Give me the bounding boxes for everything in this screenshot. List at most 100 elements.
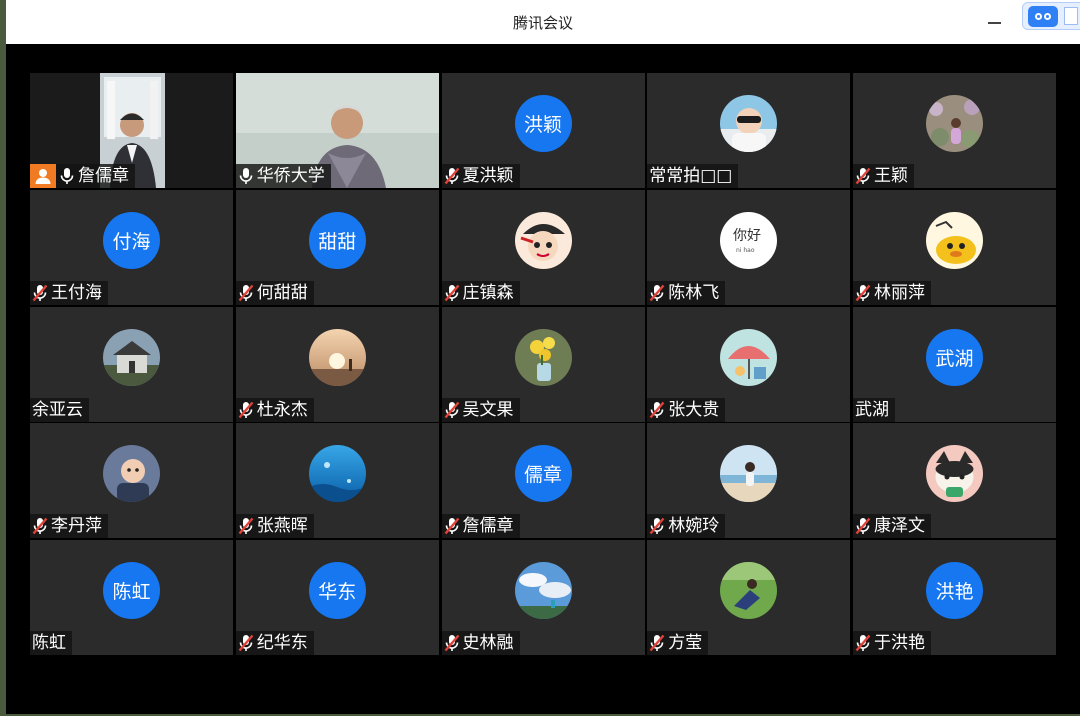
microphone-muted-icon: [649, 401, 665, 419]
participant-tile[interactable]: 武湖 武湖: [853, 306, 1056, 422]
microphone-muted-icon: [444, 517, 460, 535]
participant-name: 陈林飞: [668, 282, 720, 303]
microphone-muted-icon: [855, 167, 871, 185]
participant-name: 何甜甜: [256, 282, 308, 303]
participant-name: 夏洪颖: [462, 166, 514, 186]
participant-tile[interactable]: 陈虹 陈虹: [30, 540, 233, 655]
participant-tile[interactable]: 史林融: [441, 540, 645, 655]
microphone-muted-icon: [444, 401, 460, 419]
microphone-icon: [59, 167, 75, 185]
microphone-muted-icon: [855, 517, 871, 535]
avatar: [514, 562, 572, 620]
avatar: [514, 211, 572, 269]
microphone-icon: [238, 167, 254, 185]
participant-tile[interactable]: 儒章 詹儒章: [441, 423, 645, 539]
avatar: 甜甜: [308, 211, 366, 269]
participant-grid: 詹儒章 华侨大学 洪颖 夏洪颖 常常拍□□ 王颖 付海 王付海 甜甜 何甜甜 庄镇森 你好 ni hao…: [30, 73, 1056, 655]
participant-name: 林婉玲: [668, 516, 720, 537]
participant-name-bar: 张大贵: [647, 397, 726, 422]
participant-name-bar: 纪华东: [235, 631, 314, 655]
participant-name: 张燕晖: [256, 516, 308, 537]
avatar: 武湖: [926, 328, 983, 386]
participant-tile[interactable]: 洪艳于洪艳: [853, 540, 1056, 655]
participant-tile[interactable]: 华东 纪华东: [235, 540, 439, 655]
participant-name: 林丽萍: [874, 282, 925, 303]
avatar: [103, 445, 160, 503]
participant-tile[interactable]: 常常拍□□: [647, 73, 851, 188]
avatar: [926, 445, 983, 503]
microphone-muted-icon: [238, 401, 254, 419]
avatar: [720, 562, 778, 620]
participant-name-bar: 陈林飞: [647, 280, 726, 305]
microphone-muted-icon: [649, 284, 665, 302]
participant-name: 陈虹: [32, 633, 66, 653]
participant-tile[interactable]: 甜甜 何甜甜: [235, 189, 439, 305]
participant-tile[interactable]: 庄镇森: [441, 189, 645, 305]
participant-name: 王付海: [51, 282, 102, 303]
participant-name: 余亚云: [32, 399, 83, 420]
microphone-muted-icon: [649, 634, 665, 652]
participant-tile[interactable]: 张大贵: [647, 306, 851, 422]
participant-name: 张大贵: [668, 399, 720, 420]
participant-tile[interactable]: 华侨大学: [235, 73, 439, 188]
minimize-button[interactable]: [984, 12, 1006, 34]
participant-name-bar: 王付海: [30, 280, 108, 305]
microphone-muted-icon: [32, 517, 48, 535]
avatar: 陈虹: [103, 562, 160, 620]
avatar: 华东: [308, 562, 366, 620]
participant-name-bar: 华侨大学: [235, 164, 331, 188]
participant-name-bar: 吴文果: [441, 397, 520, 422]
participant-name-bar: 史林融: [441, 631, 520, 655]
microphone-muted-icon: [238, 517, 254, 535]
participant-name: 纪华东: [256, 633, 308, 653]
microphone-muted-icon: [444, 634, 460, 652]
participant-name: 詹儒章: [78, 166, 129, 186]
avatar: [720, 445, 778, 503]
participant-tile[interactable]: 杜永杰: [235, 306, 439, 422]
svg-text:ni hao: ni hao: [736, 247, 755, 254]
participant-name: 詹儒章: [462, 516, 514, 537]
avatar: 洪颖: [514, 95, 572, 153]
microphone-muted-icon: [238, 634, 254, 652]
participant-tile[interactable]: 吴文果: [441, 306, 645, 422]
participant-name: 王颖: [874, 166, 908, 186]
participant-tile[interactable]: 你好 ni hao 陈林飞: [647, 189, 851, 305]
participant-name: 庄镇森: [462, 282, 514, 303]
participant-name-bar: 于洪艳: [853, 631, 931, 655]
participant-name: 吴文果: [462, 399, 514, 420]
participant-tile[interactable]: 余亚云: [30, 306, 233, 422]
participant-name: 华侨大学: [256, 166, 325, 186]
participant-tile[interactable]: 李丹萍: [30, 423, 233, 539]
avatar: [926, 211, 983, 269]
avatar: [514, 328, 572, 386]
avatar: [308, 445, 366, 503]
participant-tile[interactable]: 王颖: [853, 73, 1056, 188]
svg-text:你好: 你好: [733, 228, 761, 244]
participant-tile[interactable]: 方莹: [647, 540, 851, 655]
participant-name-bar: 常常拍□□: [647, 164, 739, 188]
title-bar: 腾讯会议: [6, 0, 1080, 44]
participant-name-bar: 詹儒章: [441, 514, 520, 539]
host-icon: [30, 164, 56, 188]
meeting-window: 腾讯会议 詹儒章 华侨大学 洪颖 夏洪颖 常常拍□□ 王颖 付海 王付海 甜甜 何甜甜 庄镇森 你好 n…: [6, 0, 1080, 714]
avatar: 洪艳: [926, 562, 983, 620]
window-title: 腾讯会议: [512, 14, 573, 32]
microphone-muted-icon: [649, 517, 665, 535]
participant-name: 史林融: [462, 633, 514, 653]
participant-name-bar: 康泽文: [853, 514, 931, 539]
participant-tile[interactable]: 林丽萍: [853, 189, 1056, 305]
participant-tile[interactable]: 康泽文: [853, 423, 1056, 539]
participant-tile[interactable]: 洪颖 夏洪颖: [441, 73, 645, 188]
participant-name-bar: 林婉玲: [647, 514, 726, 539]
microphone-muted-icon: [444, 284, 460, 302]
tag-icon: [1064, 7, 1078, 25]
avatar: 儒章: [514, 445, 572, 503]
participant-tile[interactable]: 詹儒章: [30, 73, 233, 188]
cloud-drive-button[interactable]: [1022, 2, 1080, 30]
participant-tile[interactable]: 林婉玲: [647, 423, 851, 539]
participant-tile[interactable]: 付海 王付海: [30, 189, 233, 305]
participant-tile[interactable]: 张燕晖: [235, 423, 439, 539]
participant-name-bar: 杜永杰: [235, 397, 314, 422]
participant-name: 常常拍□□: [649, 166, 733, 186]
participant-name-bar: 夏洪颖: [441, 164, 520, 188]
